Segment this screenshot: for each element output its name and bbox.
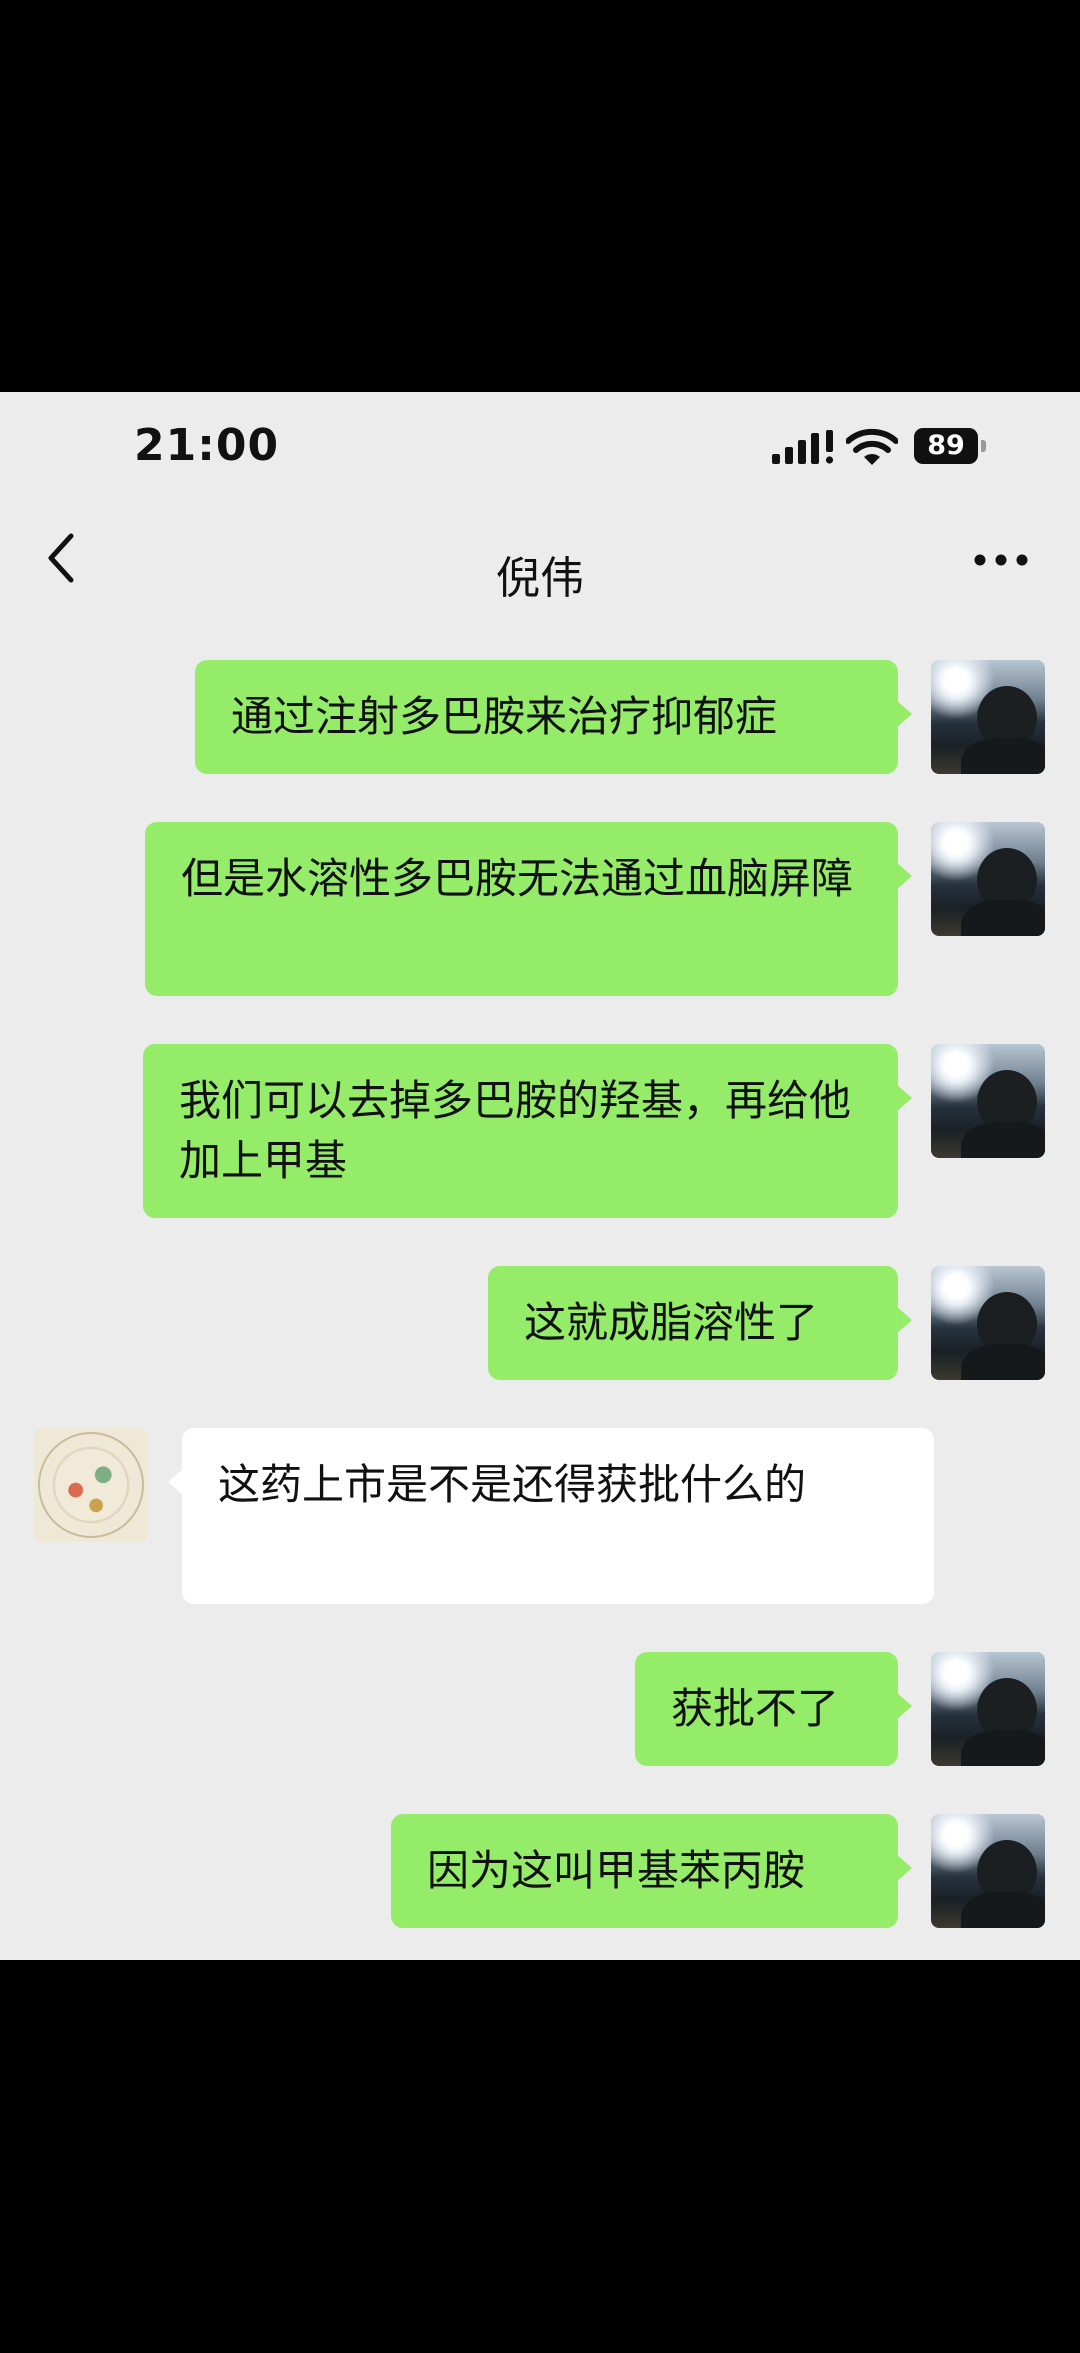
status-bar: 21:00 89 <box>0 392 1080 500</box>
signal-icon <box>772 430 836 468</box>
message-text: 获批不了 <box>671 1684 840 1733</box>
avatar[interactable] <box>34 1428 148 1542</box>
avatar[interactable] <box>931 1652 1045 1766</box>
chat-header: 倪伟 <box>0 500 1080 630</box>
message-bubble[interactable]: 这药上市是不是还得获批什么的 <box>168 1428 934 1604</box>
message-bubble[interactable]: 因为这叫甲基苯丙胺 <box>391 1814 912 1928</box>
avatar[interactable] <box>931 1266 1045 1380</box>
wifi-icon <box>845 428 899 470</box>
more-button[interactable] <box>966 530 1036 590</box>
avatar[interactable] <box>931 1814 1045 1928</box>
message-text: 通过注射多巴胺来治疗抑郁症 <box>231 692 778 741</box>
message-text: 这就成脂溶性了 <box>524 1298 819 1347</box>
battery-level: 89 <box>914 428 978 464</box>
message-bubble[interactable]: 获批不了 <box>635 1652 912 1766</box>
message-text: 因为这叫甲基苯丙胺 <box>427 1846 806 1895</box>
message-bubble[interactable]: 通过注射多巴胺来治疗抑郁症 <box>195 660 912 774</box>
message-bubble[interactable]: 但是水溶性多巴胺无法通过血脑屏障 <box>145 822 912 996</box>
more-dots-icon <box>974 554 1028 566</box>
message-text: 但是水溶性多巴胺无法通过血脑屏障 <box>181 854 854 903</box>
avatar[interactable] <box>931 822 1045 936</box>
message-bubble[interactable]: 这就成脂溶性了 <box>488 1266 912 1380</box>
avatar[interactable] <box>931 1044 1045 1158</box>
status-time: 21:00 <box>134 420 280 471</box>
message-bubble[interactable]: 我们可以去掉多巴胺的羟基，再给他加上甲基 <box>143 1044 912 1218</box>
message-text: 这药上市是不是还得获批什么的 <box>218 1460 807 1509</box>
battery-tip <box>981 440 986 452</box>
avatar[interactable] <box>931 660 1045 774</box>
chat-screen: 21:00 89 倪伟 通过注射多巴胺来治疗抑郁症 但是水溶性多巴胺无法通过血脑… <box>0 392 1080 1960</box>
message-text: 我们可以去掉多巴胺的羟基，再给他加上甲基 <box>179 1076 852 1185</box>
chat-title: 倪伟 <box>496 553 584 604</box>
